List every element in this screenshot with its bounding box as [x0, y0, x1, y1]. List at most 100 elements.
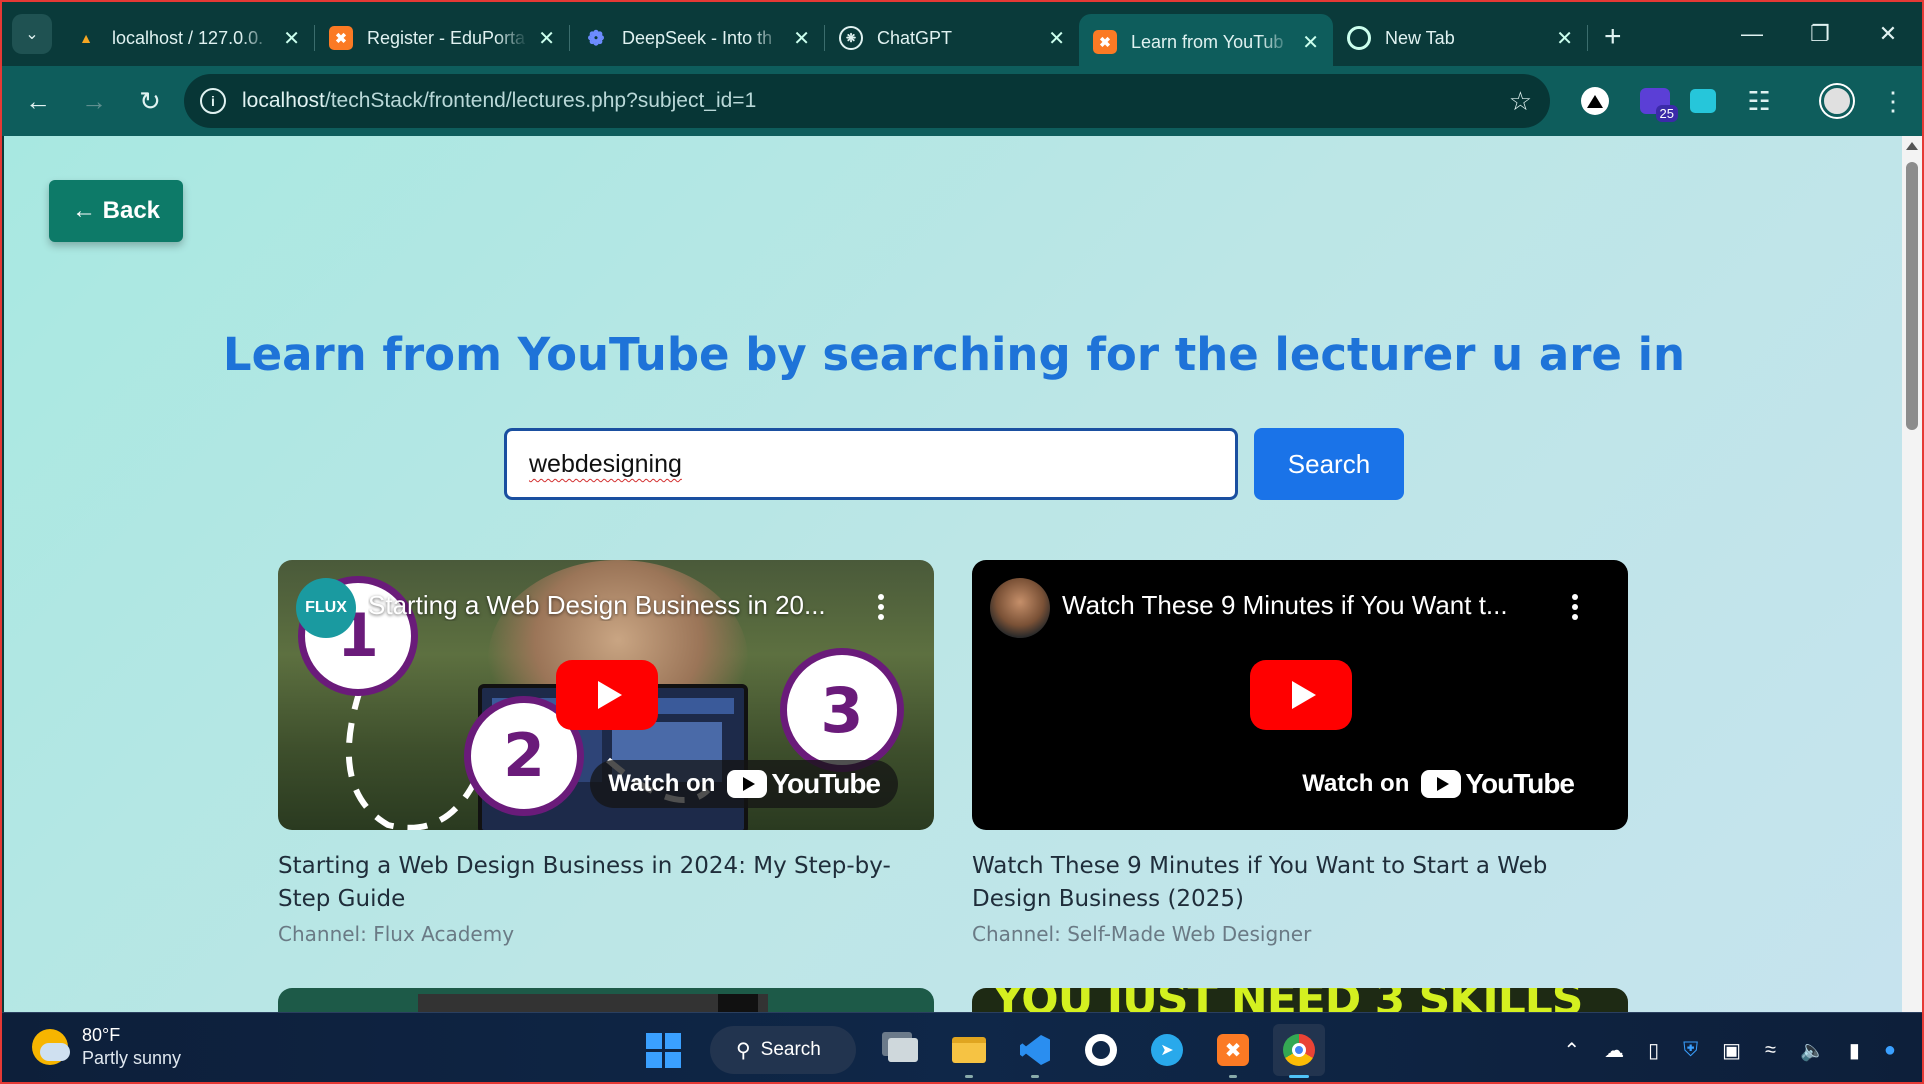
youtube-logo-icon: YouTube: [727, 768, 881, 800]
weather-widget[interactable]: 80°F Partly sunny: [32, 1025, 181, 1069]
site-info-icon[interactable]: i: [200, 88, 226, 114]
more-vert-icon[interactable]: [878, 594, 884, 624]
restore-icon[interactable]: ❐: [1786, 2, 1854, 66]
video-title: Watch These 9 Minutes if You Want to Sta…: [972, 853, 1548, 912]
channel-avatar[interactable]: FLUX: [296, 578, 356, 638]
windows-start-icon[interactable]: [637, 1024, 689, 1076]
search-input[interactable]: webdesigning: [504, 428, 1238, 500]
tab-chatgpt[interactable]: ❋ ChatGPT ✕: [825, 14, 1079, 62]
browser-window: ⌄ ▲ localhost / 127.0.0. ✕ ✖ Register - …: [0, 0, 1924, 1084]
youtube-wordmark: YouTube: [771, 768, 881, 799]
extension-badge-icon[interactable]: 25: [1634, 80, 1678, 122]
bookmark-star-icon[interactable]: ☆: [1509, 86, 1532, 117]
video-overlay-title[interactable]: Watch These 9 Minutes if You Want t...: [1062, 590, 1532, 621]
weather-temp: 80°F: [82, 1025, 121, 1045]
tab-label: localhost / 127.0.0.: [112, 27, 264, 48]
weather-desc: Partly sunny: [82, 1048, 182, 1068]
chrome-taskbar-icon[interactable]: [1273, 1024, 1325, 1078]
extension-badge-count: 25: [1655, 105, 1678, 122]
tab-strip: ⌄ ▲ localhost / 127.0.0. ✕ ✖ Register - …: [2, 2, 1922, 70]
profile-avatar[interactable]: [1816, 80, 1858, 122]
windows-taskbar: 80°F Partly sunny ⚲ Search ➤ ✖ ⌃ ☁ ▯ ⛨ ▣…: [2, 1012, 1922, 1082]
play-button-icon[interactable]: [556, 660, 658, 730]
tab-search-button[interactable]: ⌄: [12, 14, 52, 54]
taskbar-apps: ⚲ Search ➤ ✖: [630, 1021, 1332, 1079]
github-desktop-icon[interactable]: [1075, 1024, 1127, 1076]
reload-icon[interactable]: ↻: [124, 75, 176, 127]
forward-arrow-icon[interactable]: →: [68, 75, 120, 127]
file-explorer-icon[interactable]: [943, 1024, 995, 1078]
chevron-down-icon: ⌄: [25, 26, 39, 43]
new-tab-button[interactable]: +: [1604, 20, 1622, 54]
search-input-value: webdesigning: [529, 450, 682, 478]
address-bar[interactable]: i localhost/techStack/frontend/lectures.…: [184, 74, 1550, 128]
close-icon[interactable]: ✕: [1302, 30, 1319, 55]
close-window-icon[interactable]: ✕: [1854, 2, 1922, 66]
close-icon[interactable]: ✕: [538, 26, 555, 51]
tab-new-tab[interactable]: New Tab ✕: [1333, 14, 1587, 62]
channel-avatar[interactable]: [990, 578, 1050, 638]
extension-triangle-icon[interactable]: [1574, 80, 1616, 122]
page-title: Learn from YouTube by searching for the …: [222, 328, 1686, 381]
close-icon[interactable]: ✕: [1556, 26, 1573, 51]
tab-label: Learn from YouTub: [1131, 31, 1284, 52]
scrollbar-thumb[interactable]: [1906, 162, 1918, 430]
task-view-icon[interactable]: [877, 1024, 929, 1076]
tab-label: ChatGPT: [877, 27, 953, 48]
back-button[interactable]: ← Back: [49, 180, 183, 242]
browser-toolbar: ← → ↻ i localhost/techStack/frontend/lec…: [2, 66, 1922, 136]
minimize-icon[interactable]: —: [1718, 2, 1786, 66]
video-embed[interactable]: Watch These 9 Minutes if You Want t... W…: [972, 560, 1628, 830]
back-arrow-icon[interactable]: ←: [12, 75, 64, 127]
scroll-up-icon[interactable]: [1906, 142, 1918, 150]
tab-register[interactable]: ✖ Register - EduPorta ✕: [315, 14, 569, 62]
security-shield-icon[interactable]: ⛨: [1683, 1039, 1698, 1062]
onedrive-icon[interactable]: ☁: [1604, 1038, 1624, 1063]
xampp-taskbar-icon[interactable]: ✖: [1207, 1024, 1259, 1078]
xampp-icon: ✖: [1093, 30, 1117, 54]
telegram-icon[interactable]: ➤: [1141, 1024, 1193, 1076]
xampp-icon: ✖: [329, 26, 353, 50]
tab-learn-youtube[interactable]: ✖ Learn from YouTub ✕: [1079, 14, 1333, 70]
url-text[interactable]: localhost/techStack/frontend/lectures.ph…: [242, 89, 756, 113]
page-scrollbar[interactable]: [1902, 136, 1922, 1012]
play-button-icon[interactable]: [1250, 660, 1352, 730]
watch-on-youtube-button[interactable]: Watch on YouTube: [1284, 760, 1592, 808]
usb-device-icon[interactable]: ▯: [1648, 1038, 1659, 1063]
display-icon[interactable]: ▣: [1722, 1038, 1741, 1063]
taskbar-search-label: Search: [760, 1039, 821, 1060]
tab-phpmyadmin[interactable]: ▲ localhost / 127.0.0. ✕: [60, 14, 314, 62]
step-circle-3: 3: [780, 648, 904, 772]
tab-deepseek[interactable]: ❁ DeepSeek - Into th ✕: [570, 14, 824, 62]
page-viewport: ← Back Learn from YouTube by searching f…: [4, 136, 1904, 1012]
video-embed-partial[interactable]: [278, 988, 934, 1012]
battery-icon[interactable]: ▮: [1849, 1038, 1860, 1063]
video-embed-partial[interactable]: YOU JUST NEED 3 SKILLS: [972, 988, 1628, 1012]
video-channel: Channel: Flux Academy: [278, 922, 515, 946]
screenshot-extension-icon[interactable]: [1682, 80, 1724, 122]
close-icon[interactable]: ✕: [793, 26, 810, 51]
taskbar-search[interactable]: ⚲ Search: [710, 1026, 856, 1074]
partly-sunny-icon: [32, 1029, 70, 1065]
volume-icon[interactable]: 🔈: [1800, 1038, 1825, 1063]
close-icon[interactable]: ✕: [1048, 26, 1065, 51]
vscode-icon[interactable]: [1009, 1024, 1061, 1078]
extensions-puzzle-icon[interactable]: ☷: [1738, 80, 1780, 122]
window-controls: — ❐ ✕: [1718, 2, 1922, 66]
more-menu-icon[interactable]: ⋮: [1872, 80, 1914, 122]
deepseek-icon: ❁: [587, 27, 605, 50]
video-card: Watch These 9 Minutes if You Want t... W…: [972, 560, 1628, 946]
youtube-wordmark: YouTube: [1465, 768, 1575, 799]
wifi-icon[interactable]: ≈: [1765, 1039, 1776, 1062]
video-card: 1 2 3 FLUX Starting a Web Design Busines…: [278, 560, 934, 946]
video-embed[interactable]: 1 2 3 FLUX Starting a Web Design Busines…: [278, 560, 934, 830]
search-button[interactable]: Search: [1254, 428, 1404, 500]
watch-on-youtube-button[interactable]: Watch on YouTube: [590, 760, 898, 808]
video-overlay-title[interactable]: Starting a Web Design Business in 20...: [368, 590, 838, 621]
close-icon[interactable]: ✕: [283, 26, 300, 51]
chrome-icon: [1347, 26, 1371, 50]
notification-bell-icon[interactable]: ●: [1884, 1039, 1896, 1062]
chevron-up-icon[interactable]: ⌃: [1563, 1038, 1580, 1063]
more-vert-icon[interactable]: [1572, 594, 1578, 624]
tab-label: Register - EduPorta: [367, 27, 526, 48]
